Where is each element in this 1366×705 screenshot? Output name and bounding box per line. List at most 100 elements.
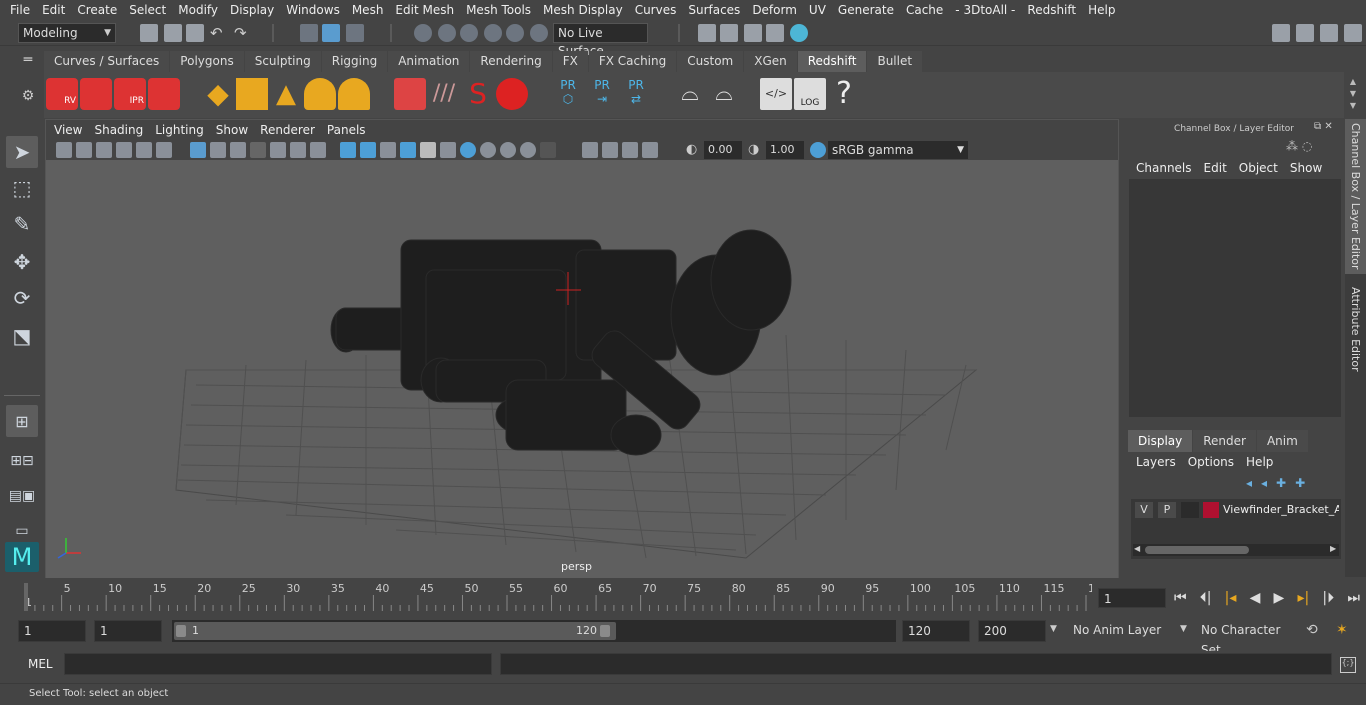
anim-layer-dropdown[interactable]: No Anim Layer — [1068, 620, 1178, 642]
play-forwards-icon[interactable]: ▶ — [1274, 590, 1285, 606]
menu-item-mesh-display[interactable]: Mesh Display — [537, 0, 629, 20]
field-chart-icon[interactable] — [270, 142, 286, 158]
playback-end-field[interactable]: 120 — [902, 620, 970, 642]
redshift-sun-sky-icon[interactable] — [338, 78, 370, 110]
snap-grid-icon[interactable] — [414, 24, 432, 42]
layer-color-swatch[interactable] — [1203, 502, 1219, 518]
attribute-editor-toggle-icon[interactable] — [1296, 24, 1314, 42]
command-input[interactable] — [64, 653, 492, 675]
menu-item-create[interactable]: Create — [71, 0, 123, 20]
menu-item-mesh[interactable]: Mesh — [346, 0, 390, 20]
redshift-spot-light-icon[interactable]: ▲ — [270, 78, 302, 110]
scroll-right-icon[interactable]: ▶ — [1330, 544, 1336, 553]
default-material-icon[interactable] — [400, 142, 416, 158]
ipr-render-icon[interactable] — [744, 24, 762, 42]
render-frame-icon[interactable] — [720, 24, 738, 42]
viewport-menu-show[interactable]: Show — [210, 123, 254, 137]
menu-item-edit-mesh[interactable]: Edit Mesh — [389, 0, 460, 20]
select-object-icon[interactable] — [322, 24, 340, 42]
go-to-end-icon[interactable]: ⏭ — [1347, 590, 1360, 606]
chevron-down-icon[interactable]: ▼ — [1050, 624, 1057, 634]
move-tool-icon[interactable]: ✥ — [6, 246, 38, 278]
menu-item-help[interactable]: Help — [1082, 0, 1121, 20]
step-forward-frame-icon[interactable]: |⏵ — [1322, 590, 1334, 606]
current-time-indicator[interactable] — [24, 583, 28, 611]
range-slider-handle[interactable]: 1 120 — [174, 622, 616, 640]
menu-item-surfaces[interactable]: Surfaces — [682, 0, 746, 20]
tab-channel-box-layer-editor[interactable]: Channel Box / Layer Editor — [1345, 119, 1366, 274]
shelf-tab-bullet[interactable]: Bullet — [867, 51, 923, 72]
layer-tab-anim[interactable]: Anim — [1256, 430, 1308, 452]
redshift-dome-light-icon[interactable] — [304, 78, 336, 110]
tab-attribute-editor[interactable]: Attribute Editor — [1345, 279, 1366, 379]
textured-icon[interactable] — [420, 142, 436, 158]
layer-menu-options[interactable]: Options — [1182, 455, 1240, 471]
exposure-field[interactable]: 0.00 — [704, 141, 742, 159]
playback-start-field[interactable]: 1 — [94, 620, 162, 642]
shelf-tab-polygons[interactable]: Polygons — [170, 51, 244, 72]
redshift-proxy-icon[interactable] — [394, 78, 426, 110]
select-camera-icon[interactable] — [56, 142, 72, 158]
select-hierarchy-icon[interactable] — [300, 24, 318, 42]
animation-start-field[interactable]: 1 — [18, 620, 86, 642]
shelf-tab-rendering[interactable]: Rendering — [470, 51, 552, 72]
redshift-help-icon[interactable]: ? — [828, 78, 860, 110]
snap-vertex-icon[interactable] — [530, 24, 548, 42]
layer-tab-display[interactable]: Display — [1128, 430, 1193, 452]
layer-tab-render[interactable]: Render — [1193, 430, 1256, 452]
channel-box-menu-edit[interactable]: Edit — [1198, 161, 1233, 177]
depth-of-field-icon[interactable] — [540, 142, 556, 158]
shelf-tab-curves-surfaces[interactable]: Curves / Surfaces — [44, 51, 170, 72]
range-slider-track[interactable]: 1 120 — [172, 620, 896, 642]
xray-components-icon[interactable] — [642, 142, 658, 158]
color-management-icon[interactable] — [810, 142, 826, 158]
menu-item-file[interactable]: File — [4, 0, 36, 20]
layer-menu-help[interactable]: Help — [1240, 455, 1279, 471]
channel-box-menu-object[interactable]: Object — [1233, 161, 1284, 177]
new-scene-icon[interactable] — [140, 24, 158, 42]
viewport-menu-lighting[interactable]: Lighting — [149, 123, 210, 137]
channel-box-list[interactable] — [1129, 179, 1341, 417]
panel-float-close-icon[interactable]: ⧉ ✕ — [1314, 121, 1342, 135]
four-pane-layout-icon[interactable]: ⊞⊟ — [6, 445, 38, 477]
grease-pencil-icon[interactable] — [156, 142, 172, 158]
redshift-render-view-icon[interactable]: RV — [46, 78, 78, 110]
layer-visibility-toggle[interactable]: V — [1135, 502, 1153, 518]
wireframe-icon[interactable] — [340, 142, 356, 158]
scale-tool-icon[interactable]: ⬔ — [6, 320, 38, 352]
animation-preferences-icon[interactable]: ✶ — [1336, 622, 1354, 640]
use-all-lights-icon[interactable] — [440, 142, 456, 158]
scrollbar-thumb[interactable] — [1145, 546, 1249, 554]
paint-select-tool-icon[interactable]: ✎ — [6, 208, 38, 240]
channel-box-menu-show[interactable]: Show — [1284, 161, 1328, 177]
redshift-portal-light-icon[interactable] — [236, 78, 268, 110]
play-backwards-icon[interactable]: ◀ — [1250, 590, 1261, 606]
undo-icon[interactable]: ↶ — [210, 24, 228, 42]
layer-playback-toggle[interactable]: P — [1158, 502, 1176, 518]
menu-item-3dtoall[interactable]: - 3DtoAll - — [949, 0, 1021, 20]
shelf-tab-rigging[interactable]: Rigging — [321, 51, 388, 72]
shadows-icon[interactable] — [460, 142, 476, 158]
image-plane-icon[interactable] — [116, 142, 132, 158]
shelf-tab-redshift[interactable]: Redshift — [797, 51, 867, 72]
time-slider[interactable]: 1 5 10 15 20 25 30 35 40 45 50 55 60 65 70 75 80 85 90 95 10… — [18, 581, 1102, 611]
channel-box-tool-icons[interactable]: ⁂ ◌ — [1286, 139, 1326, 153]
range-end-grip[interactable] — [600, 625, 610, 637]
redshift-settings-icon[interactable] — [148, 78, 180, 110]
layer-menu-layers[interactable]: Layers — [1130, 455, 1182, 471]
redshift-ipr-icon[interactable]: IPR — [114, 78, 146, 110]
character-set-dropdown[interactable]: No Character Set — [1196, 620, 1300, 657]
menu-item-deform[interactable]: Deform — [746, 0, 803, 20]
channel-box-toggle-icon[interactable] — [1344, 24, 1362, 42]
range-start-grip[interactable] — [176, 625, 186, 637]
redshift-pr-import-icon[interactable]: PR ⇥ — [586, 78, 618, 110]
shelf-tab-animation[interactable]: Animation — [388, 51, 470, 72]
menu-item-mesh-tools[interactable]: Mesh Tools — [460, 0, 537, 20]
snap-curve-icon[interactable] — [438, 24, 456, 42]
shelf-tab-xgen[interactable]: XGen — [744, 51, 797, 72]
anti-aliasing-icon[interactable] — [520, 142, 536, 158]
render-settings-icon[interactable] — [766, 24, 784, 42]
shelf-menu-icon[interactable]: ═ — [18, 52, 38, 72]
outliner-layout-icon[interactable]: ▤▣ — [6, 480, 38, 512]
current-frame-field[interactable]: 1 — [1098, 588, 1166, 608]
